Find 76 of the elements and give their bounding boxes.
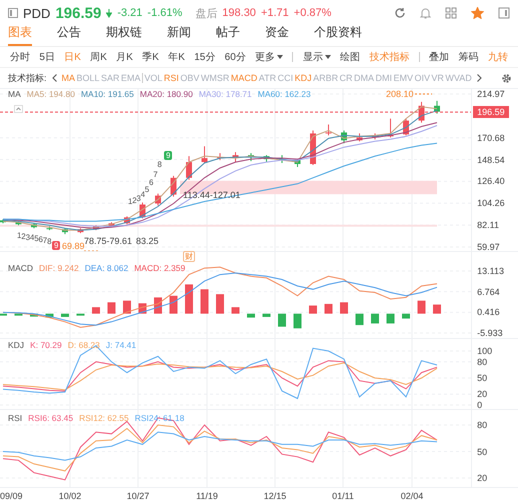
legend-value: MA20: 180.90 [140, 89, 193, 99]
legend-value: DEA: 8.062 [84, 263, 128, 273]
legend-value: MACD: 2.359 [134, 263, 186, 273]
sequence-number: 6 [149, 178, 154, 188]
sequence-number: 5 [144, 185, 150, 194]
axis-date-label: 10/27 [126, 491, 150, 500]
legend-value: RSI6: 63.45 [28, 413, 74, 423]
indicator-title: MACD [8, 263, 34, 273]
stock-price: 196.59 [55, 4, 102, 22]
axis-tick-label: 50 [477, 372, 488, 383]
axis-date-label: 12/15 [264, 491, 286, 500]
legend-value: DIF: 9.242 [39, 263, 79, 273]
sequence-number: 7 [153, 170, 158, 179]
axis-tick-label: 13.113 [477, 266, 504, 276]
legend-value: MA5: 194.80 [26, 89, 75, 99]
axis-tick-label: 0.416 [477, 307, 500, 318]
current-price-label: 196.59 [473, 106, 509, 118]
price-annotation: 83.25 [136, 236, 159, 246]
axis-date-label: 09/09 [0, 491, 23, 500]
axis-tick-label: 20 [477, 472, 488, 483]
sequence-number: 2 [21, 232, 26, 241]
sequence-number: 8 [157, 160, 162, 170]
price-change-percent: -1.61% [147, 7, 182, 19]
axis-tick-label: 20 [477, 389, 488, 400]
axis-tick-label: 100 [477, 346, 492, 356]
axis-tick-label: 80 [477, 356, 488, 367]
sequence-number: 7 [42, 236, 48, 245]
indicator-title: RSI [8, 413, 22, 423]
indicator-bar-label: 技术指标: [8, 72, 47, 84]
axis-tick-label: 59.97 [477, 242, 500, 252]
sequence-signal-badge: 9 [164, 151, 172, 160]
axis-tick-label: 0 [477, 400, 482, 410]
sequence-number: 4 [30, 233, 34, 242]
axis-date-label: 11/19 [196, 491, 218, 500]
sequence-number: 6 [38, 235, 43, 244]
axis-tick-label: 148.54 [477, 154, 505, 165]
axis-tick-label: 170.68 [477, 132, 505, 143]
legend-value: MA10: 191.65 [80, 89, 134, 99]
sequence-number: 8 [47, 236, 52, 246]
axis-tick-label: -5.933 [477, 328, 503, 338]
axis-date-label: 02/04 [400, 491, 424, 500]
indicator-title: KDJ [8, 340, 24, 350]
after-hours-change: +1.71 [260, 7, 289, 19]
axis-tick-label: 80 [477, 420, 488, 430]
sequence-signal-badge: 9 [52, 241, 60, 250]
axis-tick-label: 82.11 [477, 220, 499, 230]
stock-symbol: PDD [23, 6, 50, 20]
sequence-number: 1 [128, 197, 132, 206]
axis-tick-label: 214.97 [477, 88, 505, 99]
price-annotation: 208.10 [386, 89, 414, 99]
sequence-number: 3 [136, 194, 141, 203]
legend-value: J: 74.41 [106, 340, 136, 350]
sequence-number: 3 [26, 232, 30, 242]
axis-date-label: 01/11 [332, 491, 354, 500]
after-hours-price: 198.30 [222, 7, 256, 19]
axis-tick-label: 126.40 [477, 176, 505, 186]
axis-tick-label: 6.764 [477, 286, 500, 297]
price-annotation: 69.89 [62, 241, 85, 251]
sequence-number: 4 [140, 190, 146, 200]
axis-tick-label: 50 [477, 446, 488, 456]
legend-value: RSI24: 61.18 [134, 413, 184, 423]
sequence-number: 5 [34, 234, 39, 244]
sequence-number: 1 [17, 231, 22, 240]
axis-tick-label: 104.26 [477, 198, 505, 208]
after-hours-change-percent: +0.87% [294, 7, 332, 19]
legend-value: D: 68.23 [68, 340, 100, 350]
indicator-title: MA [8, 89, 21, 99]
legend-value: K: 70.29 [30, 340, 62, 350]
price-annotation: 78.75-79.61 [84, 236, 132, 246]
sequence-number: 2 [132, 196, 137, 206]
axis-date-label: 10/02 [58, 491, 82, 500]
price-change: -3.21 [117, 7, 142, 19]
legend-value: MA60: 162.23 [258, 89, 311, 99]
legend-value: MA30: 178.71 [198, 89, 252, 99]
after-hours-label: 盘后 [195, 6, 218, 20]
legend-value: RSI12: 62.55 [79, 413, 129, 423]
